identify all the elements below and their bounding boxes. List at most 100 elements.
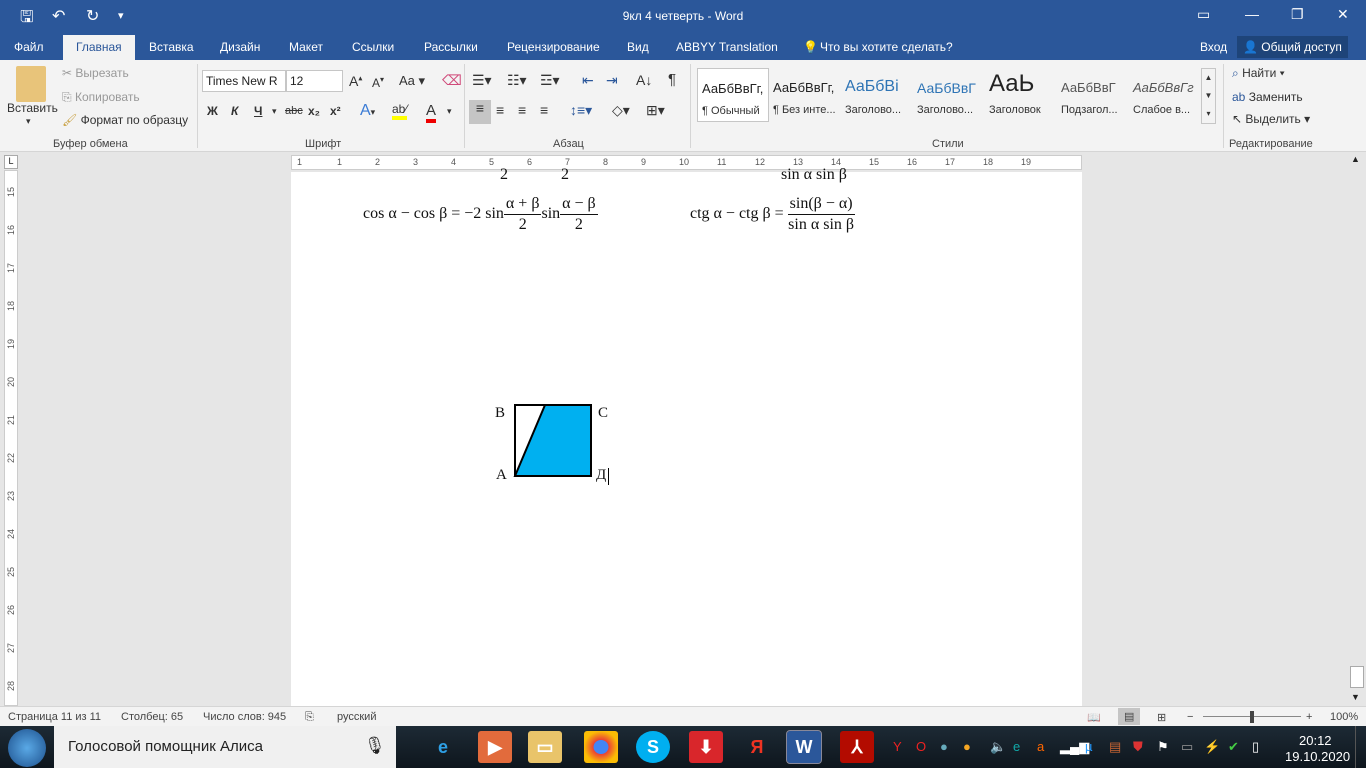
styles-scroll[interactable]: ▲ ▼ ▾: [1201, 68, 1216, 124]
zoom-out-button[interactable]: −: [1187, 711, 1193, 723]
strikethrough-button[interactable]: abc: [285, 105, 303, 117]
sort-icon[interactable]: A↓: [636, 72, 652, 88]
avast-icon[interactable]: a: [1037, 739, 1044, 754]
explorer-icon[interactable]: ▭: [528, 731, 562, 763]
yandex-tray-icon[interactable]: Y: [893, 739, 902, 754]
underline-dropdown-icon[interactable]: ▾: [272, 106, 277, 117]
tab-abbyy[interactable]: ABBYY Translation: [676, 40, 778, 54]
format-painter-button[interactable]: 🖌 Формат по образцу: [62, 113, 188, 127]
tell-me-input[interactable]: Что вы хотите сделать?: [820, 40, 953, 54]
skype-icon[interactable]: S: [636, 731, 670, 763]
multilevel-list-icon[interactable]: ☲▾: [540, 72, 560, 89]
tab-file[interactable]: Файл: [14, 40, 44, 54]
find-button[interactable]: ⌕ Найти ▾: [1232, 66, 1285, 81]
zoom-level[interactable]: 100%: [1330, 711, 1358, 723]
tab-insert[interactable]: Вставка: [149, 40, 194, 54]
alice-search-box[interactable]: Голосовой помощник Алиса 🎙: [54, 726, 396, 768]
tab-view[interactable]: Вид: [627, 40, 649, 54]
zoom-slider-thumb[interactable]: [1250, 711, 1254, 723]
restore-icon[interactable]: ❐: [1291, 6, 1304, 23]
document-page[interactable]: 2 2 sin α sin β cos α − cos β = −2 sin α …: [291, 166, 1082, 706]
ie-icon[interactable]: e: [426, 731, 460, 763]
show-marks-icon[interactable]: ¶: [668, 71, 676, 88]
font-color-icon[interactable]: A: [426, 102, 437, 123]
decrease-indent-icon[interactable]: ⇤: [582, 72, 594, 89]
style-normal[interactable]: АаБбВвГг, ¶ Обычный: [697, 68, 769, 122]
word-count[interactable]: Число слов: 945: [203, 711, 286, 723]
underline-button[interactable]: Ч: [254, 104, 262, 118]
borders-icon[interactable]: ⊞▾: [646, 102, 665, 119]
horizontal-ruler[interactable]: 1 1 2 3 4 5 6 7 8 9 10 11 12 13 14 15 16 17 18 19: [291, 155, 1082, 170]
change-case-button[interactable]: Aa ▾: [399, 73, 425, 89]
font-size-select[interactable]: 12: [286, 70, 343, 92]
style-heading1[interactable]: АаБбВі Заголово...: [841, 68, 913, 122]
ribbon-display-icon[interactable]: ▭: [1197, 6, 1210, 23]
planet-icon[interactable]: ●: [940, 739, 948, 754]
scroll-up-icon[interactable]: ▲: [1351, 154, 1360, 164]
media-player-icon[interactable]: ▶: [478, 731, 512, 763]
volume-icon[interactable]: 🔈: [990, 739, 1006, 755]
start-button[interactable]: [8, 729, 46, 767]
cut-button[interactable]: ✂ Вырезать: [62, 66, 129, 80]
opera-icon[interactable]: O: [916, 739, 926, 754]
font-name-select[interactable]: Times New R: [202, 70, 286, 92]
microphone-icon[interactable]: 🎙: [364, 736, 386, 756]
numbering-icon[interactable]: ☷▾: [507, 72, 527, 89]
justify-icon[interactable]: ≡: [540, 102, 548, 118]
paste-dropdown-icon[interactable]: ▾: [26, 116, 31, 127]
replace-button[interactable]: ab Заменить: [1232, 90, 1303, 104]
minimize-icon[interactable]: —: [1245, 6, 1259, 22]
style-no-spacing[interactable]: АаБбВвГг, ¶ Без инте...: [769, 68, 841, 122]
eset-icon[interactable]: e: [1013, 739, 1020, 754]
style-subtle-emphasis[interactable]: АаБбВвГг Слабое в...: [1129, 68, 1201, 122]
paste-icon[interactable]: [16, 66, 46, 102]
clear-formatting-icon[interactable]: ⌫: [442, 72, 462, 89]
vertical-scrollbar[interactable]: ▲ ▼: [1348, 152, 1366, 706]
signin-link[interactable]: Вход: [1200, 40, 1227, 54]
tab-home[interactable]: Главная: [63, 35, 135, 60]
scroll-down-icon[interactable]: ▼: [1351, 692, 1360, 702]
text-effects-icon[interactable]: A▾: [360, 102, 375, 120]
usb-icon[interactable]: ✔: [1228, 739, 1239, 755]
shading-icon[interactable]: ◇▾: [612, 102, 630, 119]
subscript-button[interactable]: x₂: [308, 104, 320, 118]
style-title[interactable]: АаЬ Заголовок: [985, 68, 1057, 122]
word-taskbar-icon[interactable]: W: [786, 730, 822, 764]
web-layout-icon[interactable]: ⊞: [1157, 711, 1166, 724]
clock-time[interactable]: 20:12: [1299, 733, 1332, 748]
tray-app-icon[interactable]: ●: [963, 739, 971, 754]
utorrent-icon[interactable]: µ: [1085, 739, 1093, 754]
font-color-dropdown-icon[interactable]: ▾: [447, 106, 452, 117]
close-icon[interactable]: ✕: [1337, 6, 1349, 23]
select-button[interactable]: ↖ Выделить ▾: [1232, 112, 1310, 126]
tab-references[interactable]: Ссылки: [352, 40, 394, 54]
shield-icon[interactable]: ⛊: [1133, 739, 1143, 755]
align-right-icon[interactable]: ≡: [518, 102, 526, 118]
page-count[interactable]: Страница 11 из 11: [8, 711, 101, 723]
clock-date[interactable]: 19.10.2020: [1285, 749, 1350, 764]
zoom-in-button[interactable]: +: [1306, 711, 1312, 723]
tab-mailings[interactable]: Рассылки: [424, 40, 478, 54]
chrome-icon[interactable]: [584, 731, 618, 763]
tray-box-icon[interactable]: ▤: [1109, 739, 1121, 755]
acrobat-icon[interactable]: ⅄: [840, 731, 874, 763]
highlight-icon[interactable]: ab⁄: [392, 102, 408, 120]
italic-button[interactable]: К: [231, 104, 238, 118]
language[interactable]: русский: [337, 711, 376, 723]
align-center-icon[interactable]: ≡: [496, 102, 504, 118]
scroll-thumb[interactable]: [1350, 666, 1364, 688]
flag-icon[interactable]: ⚑: [1157, 739, 1169, 755]
bold-button[interactable]: Ж: [207, 104, 218, 118]
increase-indent-icon[interactable]: ⇥: [606, 72, 618, 89]
shrink-font-icon[interactable]: A▾: [372, 75, 384, 90]
power-icon[interactable]: ⚡: [1204, 739, 1220, 755]
download-icon[interactable]: ⬇: [689, 731, 723, 763]
align-left-icon[interactable]: ≡: [469, 100, 491, 124]
tab-design[interactable]: Дизайн: [220, 40, 260, 54]
style-subtitle[interactable]: АаБбВвГ Подзагол...: [1057, 68, 1129, 122]
vertical-ruler[interactable]: 15 16 17 18 19 20 21 22 23 24 25 26 27 28: [4, 170, 18, 706]
print-layout-icon[interactable]: ▤: [1118, 708, 1141, 725]
line-spacing-icon[interactable]: ↕≡▾: [570, 102, 592, 119]
proofing-icon[interactable]: ⎘: [305, 711, 314, 724]
paste-button[interactable]: Вставить: [7, 101, 58, 115]
